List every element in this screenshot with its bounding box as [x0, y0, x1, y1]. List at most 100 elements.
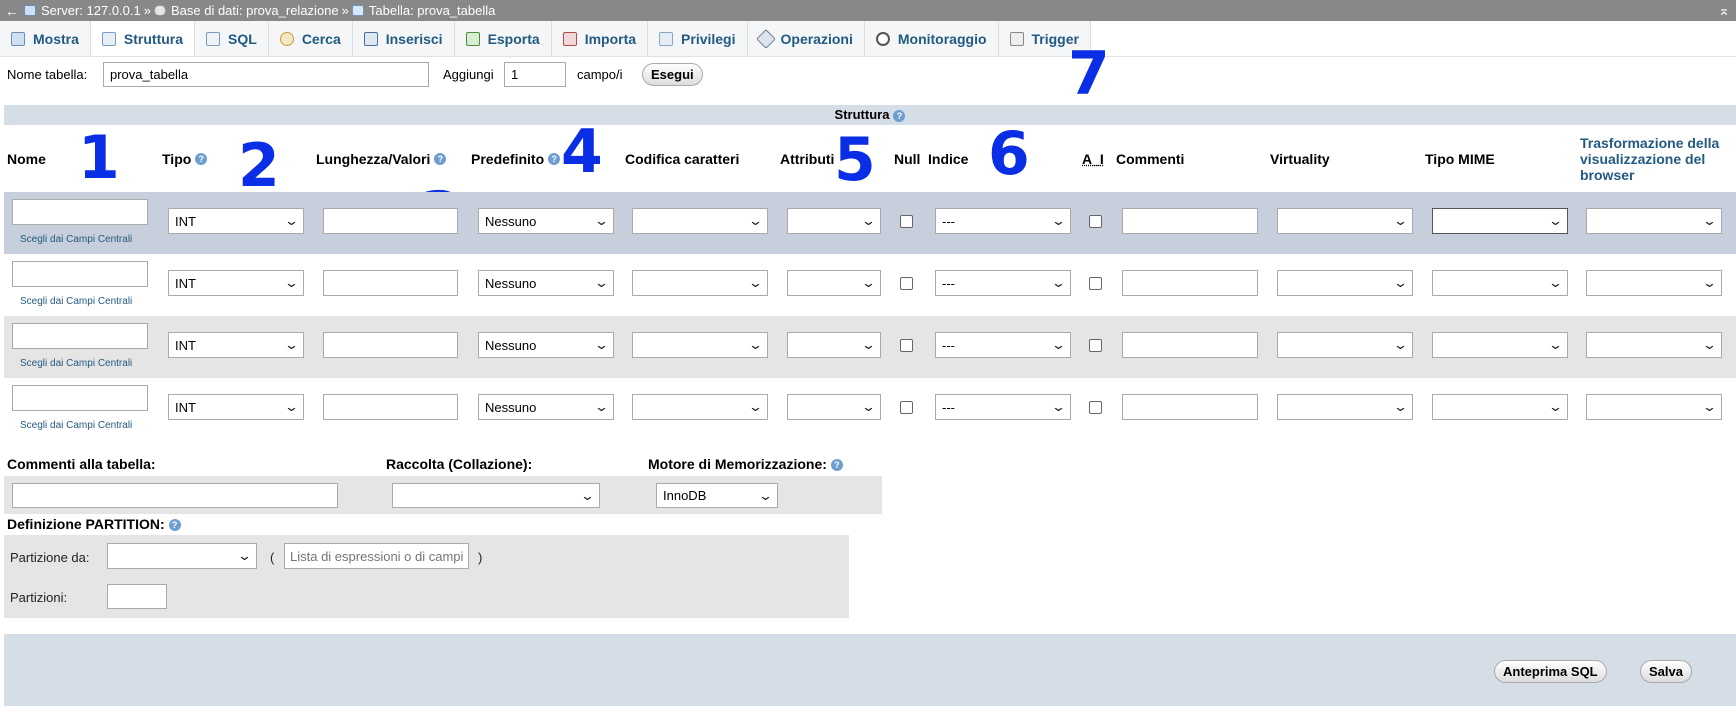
comments-input[interactable] [1122, 394, 1258, 420]
null-checkbox[interactable] [900, 277, 913, 290]
tab-privilegi[interactable]: Privilegi [648, 21, 748, 56]
mime-select[interactable]: ⌄ [1432, 208, 1568, 234]
type-select[interactable]: INT ⌄ [168, 208, 304, 234]
default-select[interactable]: Nessuno ⌄ [478, 332, 614, 358]
table-options-panel: ⌄ InnoDB ⌄ [4, 476, 882, 514]
save-button[interactable]: Salva [1640, 660, 1692, 683]
null-checkbox[interactable] [900, 215, 913, 228]
annotation-6: 6 [988, 119, 1030, 189]
index-select[interactable]: --- ⌄ [935, 394, 1071, 420]
comments-input[interactable] [1122, 208, 1258, 234]
add-fields-input[interactable] [504, 61, 566, 87]
tab-operazioni[interactable]: Operazioni [747, 21, 865, 56]
type-select[interactable]: INT ⌄ [168, 394, 304, 420]
virtuality-select[interactable]: ⌄ [1277, 270, 1413, 296]
help-icon[interactable]: ? [195, 153, 208, 165]
default-select[interactable]: Nessuno ⌄ [478, 394, 614, 420]
table-comments-input[interactable] [12, 483, 338, 508]
central-columns-link[interactable]: Scegli dai Campi Centrali [20, 234, 132, 245]
collation-select[interactable]: ⌄ [632, 208, 768, 234]
type-select[interactable]: INT ⌄ [168, 332, 304, 358]
tab-sql[interactable]: SQL [195, 21, 269, 56]
index-select[interactable]: --- ⌄ [935, 270, 1071, 296]
column-row: Scegli dai Campi Centrali INT ⌄ Nessuno ⌄ … [4, 378, 1736, 440]
tab-cerca[interactable]: Cerca [268, 21, 353, 56]
ai-checkbox[interactable] [1089, 277, 1102, 290]
chevron-down-icon: ⌄ [747, 399, 764, 414]
virtuality-select[interactable]: ⌄ [1277, 332, 1413, 358]
central-columns-link[interactable]: Scegli dai Campi Centrali [20, 296, 132, 307]
partition-by-select[interactable]: ⌄ [107, 543, 257, 569]
central-columns-link[interactable]: Scegli dai Campi Centrali [20, 358, 132, 369]
mime-select[interactable]: ⌄ [1432, 332, 1568, 358]
length-input[interactable] [323, 208, 458, 234]
null-checkbox[interactable] [900, 339, 913, 352]
attributes-select[interactable]: ⌄ [787, 394, 881, 420]
collation-select[interactable]: ⌄ [632, 270, 768, 296]
comments-input[interactable] [1122, 270, 1258, 296]
table-name-input[interactable] [103, 61, 429, 87]
chevron-down-icon: ⌄ [593, 213, 610, 228]
go-button[interactable]: Esegui [642, 62, 703, 86]
partitions-input[interactable] [107, 584, 167, 609]
column-name-input[interactable] [12, 199, 148, 225]
collation-select[interactable]: ⌄ [632, 332, 768, 358]
header-transformation[interactable]: Trasformazione della visualizzazione del… [1580, 126, 1728, 192]
default-select[interactable]: Nessuno ⌄ [478, 208, 614, 234]
table-collation-select[interactable]: ⌄ [392, 483, 600, 508]
transformation-select[interactable]: ⌄ [1586, 332, 1722, 358]
column-name-input[interactable] [12, 261, 148, 287]
index-select[interactable]: --- ⌄ [935, 332, 1071, 358]
help-icon[interactable]: ? [830, 459, 843, 472]
tab-importa[interactable]: Importa [551, 21, 649, 56]
engine-select[interactable]: InnoDB ⌄ [656, 483, 778, 508]
column-name-input[interactable] [12, 323, 148, 349]
tab-inserisci[interactable]: Inserisci [352, 21, 455, 56]
comments-input[interactable] [1122, 332, 1258, 358]
ai-checkbox[interactable] [1089, 401, 1102, 414]
null-checkbox[interactable] [900, 401, 913, 414]
attributes-select[interactable]: ⌄ [787, 208, 881, 234]
mime-select[interactable]: ⌄ [1432, 270, 1568, 296]
chevron-down-icon: ⌄ [1050, 399, 1067, 414]
virtuality-select[interactable]: ⌄ [1277, 208, 1413, 234]
length-input[interactable] [323, 394, 458, 420]
tab-struttura[interactable]: Struttura [90, 21, 196, 56]
header-name: Nome [7, 151, 46, 167]
collation-select[interactable]: ⌄ [632, 394, 768, 420]
chevron-down-icon: ⌄ [236, 548, 253, 563]
header-attributes: Attributi [780, 151, 835, 167]
transformation-select[interactable]: ⌄ [1586, 394, 1722, 420]
ai-checkbox[interactable] [1089, 215, 1102, 228]
tab-monitoraggio[interactable]: Monitoraggio [864, 21, 999, 56]
breadcrumb-server[interactable]: Server: 127.0.0.1 [24, 3, 141, 18]
chevron-down-icon: ⌄ [1701, 213, 1718, 228]
collapse-icon[interactable]: ⌅ [1712, 2, 1736, 19]
preview-sql-button[interactable]: Anteprima SQL [1494, 660, 1607, 683]
help-icon[interactable]: ? [168, 519, 181, 532]
tab-mostra[interactable]: Mostra [0, 21, 91, 56]
central-columns-link[interactable]: Scegli dai Campi Centrali [20, 420, 132, 431]
breadcrumb-database[interactable]: Base di dati: prova_relazione [153, 3, 339, 18]
length-input[interactable] [323, 270, 458, 296]
back-arrow-icon[interactable]: ← [0, 3, 24, 19]
tab-esporta[interactable]: Esporta [454, 21, 552, 56]
transformation-select[interactable]: ⌄ [1586, 270, 1722, 296]
breadcrumb-table[interactable]: Tabella: prova_tabella [351, 3, 495, 18]
help-icon[interactable]: ? [893, 109, 906, 122]
default-select[interactable]: Nessuno ⌄ [478, 270, 614, 296]
transformation-select[interactable]: ⌄ [1586, 208, 1722, 234]
help-icon[interactable]: ? [548, 153, 561, 165]
attributes-select[interactable]: ⌄ [787, 332, 881, 358]
partition-expression-input[interactable] [284, 543, 469, 569]
column-name-input[interactable] [12, 385, 148, 411]
virtuality-select[interactable]: ⌄ [1277, 394, 1413, 420]
ai-checkbox[interactable] [1089, 339, 1102, 352]
type-select[interactable]: INT ⌄ [168, 270, 304, 296]
length-input[interactable] [323, 332, 458, 358]
chevron-down-icon: ⌄ [283, 399, 300, 414]
index-select[interactable]: --- ⌄ [935, 208, 1071, 234]
mime-select[interactable]: ⌄ [1432, 394, 1568, 420]
help-icon[interactable]: ? [434, 153, 447, 165]
attributes-select[interactable]: ⌄ [787, 270, 881, 296]
